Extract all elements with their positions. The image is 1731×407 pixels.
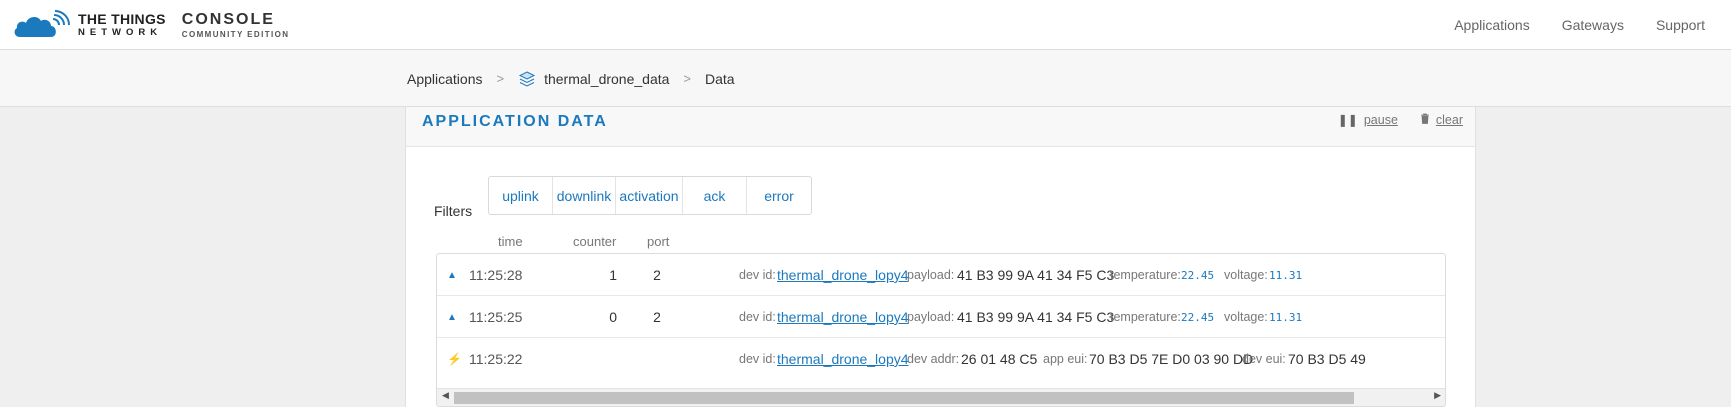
breadcrumb-applications[interactable]: Applications: [407, 71, 483, 87]
filter-activation[interactable]: activation: [616, 177, 683, 214]
breadcrumb-separator: >: [683, 71, 691, 86]
dev-id-label: dev id:: [739, 310, 776, 324]
nav-gateways[interactable]: Gateways: [1562, 17, 1624, 33]
brand-line2: NETWORK: [78, 27, 163, 39]
payload-label: payload:: [907, 310, 955, 324]
application-data-panel: APPLICATION DATA ❚❚ pause clear Filters …: [405, 107, 1476, 407]
column-port: port: [647, 234, 670, 249]
breadcrumb-app[interactable]: thermal_drone_data: [544, 71, 669, 87]
dev-addr-value: 26 01 48 C5: [961, 351, 1038, 367]
console-label: CONSOLE COMMUNITY EDITION: [181, 10, 290, 39]
dev-eui-value: 70 B3 D5 49: [1288, 351, 1366, 367]
filters-label: Filters: [434, 203, 473, 219]
table-row[interactable]: ⚡ 11:25:22 dev id: thermal_drone_lopy4 d…: [437, 338, 1445, 380]
row-time: 11:25:28: [469, 267, 523, 283]
voltage-value: 11.31: [1269, 310, 1303, 324]
console-title: CONSOLE: [181, 10, 275, 28]
scroll-right-icon[interactable]: ▶: [1434, 390, 1441, 401]
filter-uplink[interactable]: uplink: [489, 177, 553, 214]
breadcrumb: Applications > thermal_drone_data > Data: [407, 50, 735, 107]
nav-applications[interactable]: Applications: [1454, 17, 1530, 33]
row-time: 11:25:25: [469, 309, 523, 325]
filter-error[interactable]: error: [747, 177, 811, 214]
panel-actions: ❚❚ pause clear: [1338, 113, 1463, 127]
dev-id-link[interactable]: thermal_drone_lopy4: [777, 296, 909, 338]
table-row[interactable]: ▲ 11:25:28 1 2 dev id: thermal_drone_lop…: [437, 254, 1445, 296]
app-eui-label: app eui:: [1043, 352, 1088, 366]
clear-button[interactable]: clear: [1436, 113, 1463, 127]
filter-ack[interactable]: ack: [683, 177, 747, 214]
breadcrumb-current: Data: [705, 70, 735, 87]
column-counter: counter: [573, 234, 617, 249]
voltage-label: voltage:: [1224, 268, 1268, 282]
scroll-left-icon[interactable]: ◀: [442, 390, 449, 401]
application-stack-icon: [518, 70, 536, 88]
ttn-logo[interactable]: THE THINGS NETWORK CONSOLE COMMUNITY EDI…: [12, 7, 289, 43]
app-eui-value: 70 B3 D5 7E D0 03 90 DD: [1089, 351, 1254, 367]
filter-downlink[interactable]: downlink: [553, 177, 616, 214]
payload-value: 41 B3 99 9A 41 34 F5 C3: [957, 309, 1115, 325]
payload-label: payload:: [907, 268, 955, 282]
horizontal-scrollbar[interactable]: ◀ ▶: [437, 388, 1445, 406]
row-counter: 1: [609, 267, 617, 283]
filter-group: uplink downlink activation ack error: [488, 176, 812, 215]
nav-support[interactable]: Support: [1656, 17, 1705, 33]
brand-line1: THE THINGS: [78, 11, 166, 28]
panel-title: APPLICATION DATA: [422, 113, 608, 130]
pause-button[interactable]: pause: [1364, 113, 1398, 127]
brand-name: THE THINGS NETWORK: [78, 12, 166, 38]
dev-id-label: dev id:: [739, 352, 776, 366]
row-time: 11:25:22: [469, 351, 523, 367]
dev-addr-label: dev addr:: [907, 352, 960, 366]
panel-header: APPLICATION DATA ❚❚ pause clear: [406, 107, 1475, 147]
row-port: 2: [653, 309, 661, 325]
cloud-logo-icon: [14, 10, 70, 37]
top-nav: Applications Gateways Support: [1454, 0, 1705, 50]
column-time: time: [498, 234, 523, 249]
uplink-arrow-icon: ▲: [447, 269, 457, 281]
trash-icon[interactable]: [1420, 113, 1430, 127]
dev-id-label: dev id:: [739, 268, 776, 282]
data-table: ▲ 11:25:28 1 2 dev id: thermal_drone_lop…: [436, 253, 1446, 407]
breadcrumb-bar: Applications > thermal_drone_data > Data: [0, 50, 1731, 107]
voltage-label: voltage:: [1224, 310, 1268, 324]
dev-eui-label: dev eui:: [1242, 352, 1286, 366]
edition-label: COMMUNITY EDITION: [181, 29, 290, 39]
row-port: 2: [653, 267, 661, 283]
scrollbar-thumb[interactable]: [454, 392, 1354, 404]
dev-id-link[interactable]: thermal_drone_lopy4: [777, 254, 909, 296]
temperature-label: temperature:: [1110, 268, 1181, 282]
dev-id-link[interactable]: thermal_drone_lopy4: [777, 338, 909, 380]
temperature-label: temperature:: [1110, 310, 1181, 324]
temperature-value: 22.45: [1181, 268, 1215, 282]
payload-value: 41 B3 99 9A 41 34 F5 C3: [957, 267, 1115, 283]
uplink-arrow-icon: ▲: [447, 311, 457, 323]
activation-bolt-icon: ⚡: [447, 352, 462, 366]
row-counter: 0: [609, 309, 617, 325]
temperature-value: 22.45: [1181, 310, 1215, 324]
breadcrumb-separator: >: [496, 71, 505, 86]
table-row[interactable]: ▲ 11:25:25 0 2 dev id: thermal_drone_lop…: [437, 296, 1445, 338]
pause-icon[interactable]: ❚❚: [1338, 113, 1358, 127]
top-bar: THE THINGS NETWORK CONSOLE COMMUNITY EDI…: [0, 0, 1731, 50]
voltage-value: 11.31: [1269, 268, 1303, 282]
